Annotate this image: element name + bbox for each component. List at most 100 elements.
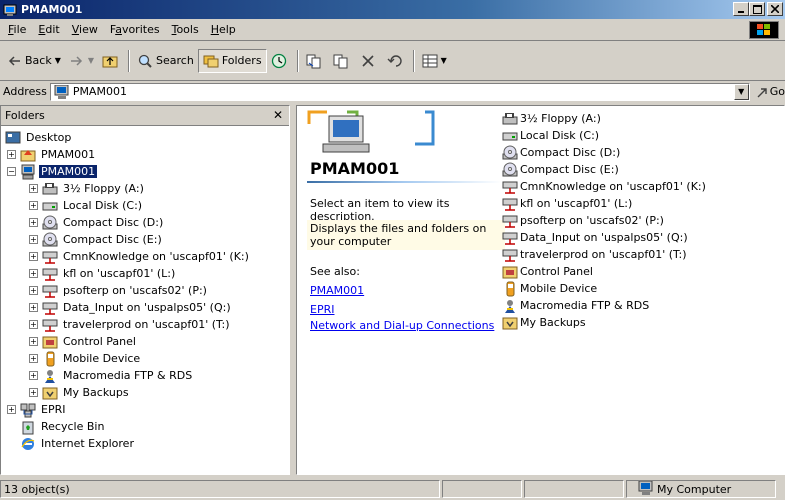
expand-icon[interactable]: + (29, 184, 38, 193)
tree-item[interactable]: + Mobile Device (1, 350, 289, 367)
up-folder-button[interactable] (98, 49, 125, 73)
list-item[interactable]: Compact Disc (E:) (502, 161, 782, 178)
list-item[interactable]: My Backups (502, 314, 782, 331)
expand-icon[interactable]: + (7, 150, 16, 159)
tree-item[interactable]: +3½ Floppy (A:) (1, 180, 289, 197)
address-dropdown-button[interactable]: ▼ (733, 83, 749, 100)
back-button[interactable]: Back ▼ (2, 49, 65, 73)
go-button[interactable]: Go (756, 85, 785, 99)
close-button[interactable] (767, 2, 783, 16)
expand-icon[interactable]: + (29, 201, 38, 210)
tree-item[interactable]: + travelerprod on 'uscapf01' (T:) (1, 316, 289, 333)
menu-file[interactable]: File (2, 21, 32, 38)
tree-item[interactable]: + PMAM001 (1, 146, 289, 163)
forward-dropdown-icon[interactable]: ▼ (88, 56, 94, 65)
list-item-label: Compact Disc (D:) (520, 146, 621, 159)
tree-item[interactable]: + EPRI (1, 401, 289, 418)
minimize-button[interactable] (733, 2, 749, 16)
back-label: Back (25, 54, 52, 67)
tree-item-label: Local Disk (C:) (63, 199, 143, 212)
cd-icon (42, 215, 58, 231)
list-item[interactable]: Compact Disc (D:) (502, 144, 782, 161)
list-item[interactable]: Local Disk (C:) (502, 127, 782, 144)
status-zone: My Computer (626, 480, 776, 498)
list-item[interactable]: Mobile Device (502, 280, 782, 297)
list-item-label: Macromedia FTP & RDS (520, 299, 650, 312)
tree-item-label: EPRI (41, 403, 66, 416)
views-button[interactable]: ▼ (418, 49, 451, 73)
tree-item[interactable]: + kfl on 'uscapf01' (L:) (1, 265, 289, 282)
network-drive-icon (502, 196, 518, 212)
expand-icon[interactable]: + (29, 235, 38, 244)
expand-icon[interactable]: + (29, 320, 38, 329)
list-item-label: My Backups (520, 316, 586, 329)
list-item-label: travelerprod on 'uscapf01' (T:) (520, 248, 687, 261)
list-item-label: kfl on 'uscapf01' (L:) (520, 197, 633, 210)
link-epri[interactable]: EPRI (310, 303, 334, 316)
back-dropdown-icon[interactable]: ▼ (55, 56, 61, 65)
history-button[interactable] (267, 49, 294, 73)
list-item[interactable]: 3½ Floppy (A:) (502, 110, 782, 127)
expand-icon[interactable]: + (29, 388, 38, 397)
tree-item[interactable]: + My Backups (1, 384, 289, 401)
list-item[interactable]: kfl on 'uscapf01' (L:) (502, 195, 782, 212)
title-bar[interactable]: PMAM001 (0, 0, 785, 19)
undo-button[interactable] (383, 49, 410, 73)
tree-item[interactable]: + Data_Input on 'uspalps05' (Q:) (1, 299, 289, 316)
tree-item[interactable]: + Compact Disc (E:) (1, 231, 289, 248)
my-computer-banner-icon (307, 110, 435, 153)
list-item[interactable]: psofterp on 'uscafs02' (P:) (502, 212, 782, 229)
tree-item-label: PMAM001 (39, 165, 98, 178)
menu-edit[interactable]: Edit (32, 21, 65, 38)
list-item-label: Data_Input on 'uspalps05' (Q:) (520, 231, 688, 244)
expand-icon[interactable]: + (7, 405, 16, 414)
menu-favorites[interactable]: Favorites (104, 21, 166, 38)
tree-item[interactable]: Recycle Bin (1, 418, 289, 435)
list-item[interactable]: Control Panel (502, 263, 782, 280)
expand-icon[interactable]: + (29, 286, 38, 295)
expand-icon[interactable]: + (29, 371, 38, 380)
copy-to-button[interactable] (329, 49, 356, 73)
menu-view[interactable]: View (66, 21, 104, 38)
tree-item[interactable]: + psofterp on 'uscafs02' (P:) (1, 282, 289, 299)
copy-to-icon (333, 54, 348, 68)
list-item[interactable]: CmnKnowledge on 'uscapf01' (K:) (502, 178, 782, 195)
expand-icon[interactable]: + (29, 337, 38, 346)
link-network-dialup[interactable]: Network and Dial-up Connections (310, 319, 494, 332)
address-label: Address (3, 85, 47, 98)
list-item[interactable]: travelerprod on 'uscapf01' (T:) (502, 246, 782, 263)
forward-button[interactable]: ▼ (65, 49, 98, 73)
folders-pane-close-icon[interactable]: ✕ (273, 108, 283, 122)
tree-item[interactable]: + Control Panel (1, 333, 289, 350)
tree-item[interactable]: Desktop (1, 129, 289, 146)
views-dropdown-icon[interactable]: ▼ (441, 56, 447, 65)
folders-button[interactable]: Folders (197, 48, 267, 73)
expand-icon[interactable]: + (29, 218, 38, 227)
list-item-label: psofterp on 'uscafs02' (P:) (520, 214, 664, 227)
webview-title: PMAM001 (310, 159, 400, 178)
items-list: 3½ Floppy (A:) Local Disk (C:) Compact Dis… (502, 110, 782, 331)
expand-icon[interactable]: + (29, 354, 38, 363)
network-drive-icon (502, 213, 518, 229)
collapse-icon[interactable]: − (7, 167, 16, 176)
link-pmam001[interactable]: PMAM001 (310, 284, 364, 297)
expand-icon[interactable]: + (29, 252, 38, 261)
menu-tools[interactable]: Tools (166, 21, 205, 38)
list-item[interactable]: Data_Input on 'uspalps05' (Q:) (502, 229, 782, 246)
tree-item[interactable]: + Local Disk (C:) (1, 197, 289, 214)
search-button[interactable]: Search (133, 49, 198, 73)
tree-item[interactable]: Internet Explorer (1, 435, 289, 452)
move-to-button[interactable] (302, 49, 329, 73)
delete-button[interactable] (356, 49, 383, 73)
tree-item[interactable]: − PMAM001 (1, 163, 289, 180)
address-field[interactable]: PMAM001 ▼ (49, 82, 750, 101)
explorer-window-icon[interactable] (3, 3, 17, 17)
tree-item[interactable]: + Compact Disc (D:) (1, 214, 289, 231)
list-item[interactable]: Macromedia FTP & RDS (502, 297, 782, 314)
tree-item[interactable]: + Macromedia FTP & RDS (1, 367, 289, 384)
menu-help[interactable]: Help (205, 21, 242, 38)
expand-icon[interactable]: + (29, 269, 38, 278)
maximize-button[interactable] (749, 2, 765, 16)
tree-item[interactable]: + CmnKnowledge on 'uscapf01' (K:) (1, 248, 289, 265)
expand-icon[interactable]: + (29, 303, 38, 312)
